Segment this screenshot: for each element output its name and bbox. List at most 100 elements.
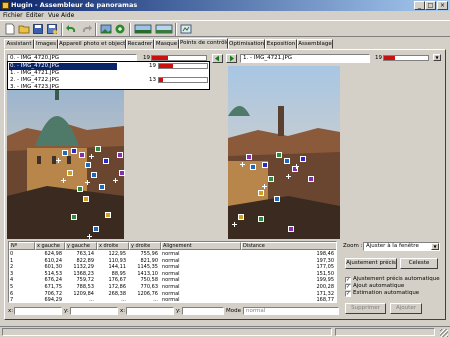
tab-crop[interactable]: Recadrer (126, 39, 154, 49)
dropdown-item[interactable]: 0. - IMG_4720.JPG (9, 63, 117, 70)
col-header-y-right[interactable]: y droite (129, 242, 161, 250)
control-point-marker[interactable] (262, 162, 268, 168)
tab-assistant[interactable]: Assistant (4, 39, 34, 49)
control-point-marker[interactable] (67, 170, 73, 176)
tab-optimisation[interactable]: Optimisation (228, 39, 265, 49)
tab-camera-lens[interactable]: Appareil photo et objectif (58, 39, 126, 49)
control-point-marker[interactable] (274, 196, 280, 202)
mode-label: Mode : (226, 308, 245, 314)
col-header-distance[interactable]: Distance (241, 242, 336, 250)
col-header-x-right[interactable]: x droite (97, 242, 129, 250)
control-points-table[interactable]: Nº x gauche y gauche x droite y droite A… (8, 241, 337, 303)
control-point-marker[interactable] (95, 146, 101, 152)
control-point-marker[interactable] (71, 214, 77, 220)
control-point-marker[interactable] (77, 186, 83, 192)
control-point-marker[interactable] (238, 214, 244, 220)
close-button[interactable]: × (437, 1, 448, 10)
maximize-button[interactable]: □ (425, 1, 436, 10)
right-image-select[interactable]: 1. - IMG_4721.JPG (240, 54, 370, 63)
control-point-marker[interactable] (105, 212, 111, 218)
dropdown-item[interactable]: 3. - IMG_4723.JPG (9, 84, 117, 91)
control-point-marker[interactable] (85, 162, 91, 168)
save-as-icon[interactable] (46, 23, 58, 35)
control-point-marker[interactable] (308, 176, 314, 182)
control-point-marker[interactable] (246, 154, 252, 160)
control-point-marker[interactable] (288, 226, 294, 232)
minimize-button[interactable]: _ (414, 1, 425, 10)
control-point-cross (240, 162, 245, 167)
control-point-marker[interactable] (250, 164, 256, 170)
save-icon[interactable] (32, 23, 44, 35)
control-point-marker[interactable] (284, 158, 290, 164)
menu-edit[interactable]: Editer (26, 12, 44, 19)
tab-mask[interactable]: Masque (154, 39, 179, 49)
control-point-marker[interactable] (117, 152, 123, 158)
undo-icon[interactable] (66, 23, 78, 35)
toolbar-separator (61, 23, 63, 36)
table-row[interactable]: 6 (10, 291, 32, 297)
fast-preview-icon[interactable] (155, 23, 173, 35)
control-point-marker[interactable] (103, 158, 109, 164)
delete-button[interactable]: Supprimer (345, 303, 386, 314)
x-right-field[interactable] (126, 307, 174, 315)
table-cell: 1368,23 (73, 270, 94, 277)
auto-add-checkbox[interactable]: ✓ (345, 284, 351, 290)
redo-icon[interactable] (80, 23, 92, 35)
col-header-alignment[interactable]: Alignement (161, 242, 241, 250)
table-row[interactable]: 1 (10, 258, 32, 264)
panorama-icon[interactable] (180, 23, 192, 35)
dropdown-item[interactable]: 2. - IMG_4722.JPG (9, 77, 117, 84)
col-header-y-left[interactable]: y gauche (65, 242, 97, 250)
control-point-marker[interactable] (93, 226, 99, 232)
table-row[interactable]: 2 (10, 264, 32, 270)
x-left-field[interactable] (14, 307, 62, 315)
preview-icon[interactable] (134, 23, 152, 35)
add-button[interactable]: Ajouter (390, 303, 422, 314)
control-point-marker[interactable] (91, 172, 97, 178)
mode-select[interactable]: normal (243, 307, 339, 315)
y-right-field[interactable] (182, 307, 224, 315)
control-point-marker[interactable] (276, 152, 282, 158)
auto-estimate-checkbox[interactable]: ✓ (345, 291, 351, 297)
menu-help[interactable]: Aide (61, 12, 74, 19)
right-image-view[interactable] (228, 66, 340, 239)
zoom-select[interactable]: Ajuster à la fenêtre ▼ (363, 242, 440, 251)
control-point-marker[interactable] (300, 156, 306, 162)
open-icon[interactable] (18, 23, 30, 35)
tab-exposure[interactable]: Exposition (265, 39, 297, 49)
menu-file[interactable]: Fichier (3, 12, 23, 19)
y-left-field[interactable] (70, 307, 118, 315)
tab-images[interactable]: Images (34, 39, 58, 49)
table-cell: ... (89, 297, 94, 303)
control-point-marker[interactable] (258, 216, 264, 222)
table-row[interactable]: 7 (10, 297, 32, 302)
col-header-no[interactable]: Nº (9, 242, 35, 250)
optimize-icon[interactable] (114, 23, 126, 35)
tab-stitcher[interactable]: Assemblage (297, 39, 333, 49)
new-project-icon[interactable] (4, 23, 16, 35)
table-row[interactable]: 3 (10, 271, 32, 277)
control-point-marker[interactable] (119, 170, 125, 176)
control-point-marker[interactable] (99, 184, 105, 190)
table-row[interactable]: 0 (10, 251, 32, 257)
auto-fine-tune-checkbox[interactable]: ✓ (345, 277, 351, 283)
control-point-marker[interactable] (79, 152, 85, 158)
control-point-marker[interactable] (258, 190, 264, 196)
control-point-marker[interactable] (83, 196, 89, 202)
control-point-marker[interactable] (62, 150, 68, 156)
next-image-button[interactable] (226, 54, 237, 63)
prev-image-button[interactable] (212, 54, 223, 63)
right-image-dropdown-button[interactable]: ▼ (431, 54, 441, 63)
table-row[interactable]: 4 (10, 277, 32, 283)
menu-view[interactable]: Vue (48, 12, 59, 19)
add-images-icon[interactable] (100, 23, 112, 35)
dropdown-item[interactable]: 1. - IMG_4721.JPG (9, 70, 117, 77)
fine-tune-button[interactable]: Ajustement précis (345, 258, 397, 269)
control-point-marker[interactable] (268, 176, 274, 182)
tab-control-points[interactable]: Points de contrôle (179, 38, 228, 49)
celeste-button[interactable]: Celeste (400, 258, 438, 269)
resize-grip[interactable] (440, 329, 448, 337)
control-point-marker[interactable] (71, 148, 77, 154)
col-header-x-left[interactable]: x gauche (35, 242, 65, 250)
table-row[interactable]: 5 (10, 284, 32, 290)
